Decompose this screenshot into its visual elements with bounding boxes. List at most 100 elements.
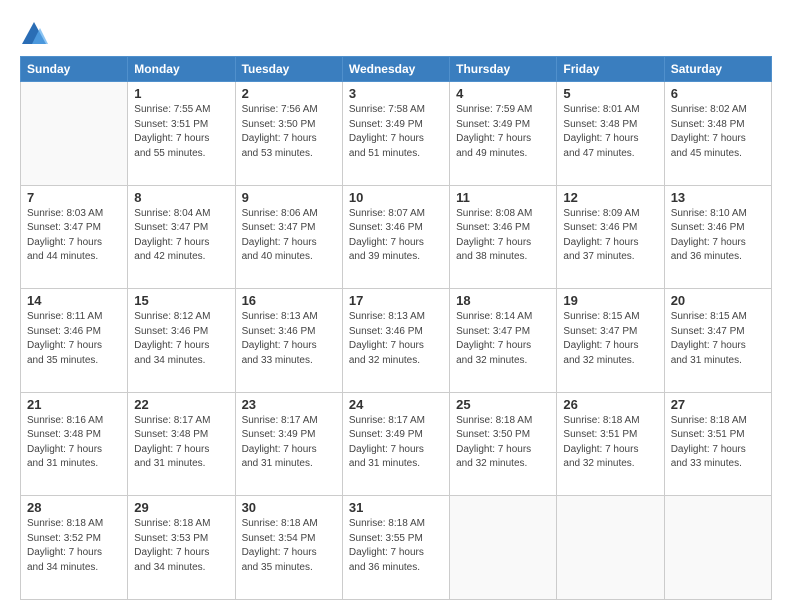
day-info: Sunrise: 8:02 AM Sunset: 3:48 PM Dayligh… [671, 103, 765, 161]
calendar-day-cell: 9 Sunrise: 8:06 AM Sunset: 3:47 PM Daylig… [235, 185, 342, 289]
day-number: 22 [134, 397, 228, 412]
day-info: Sunrise: 8:17 AM Sunset: 3:49 PM Dayligh… [242, 414, 336, 472]
day-number: 17 [349, 293, 443, 308]
day-info: Sunrise: 8:15 AM Sunset: 3:47 PM Dayligh… [671, 310, 765, 368]
calendar-day-cell: 13 Sunrise: 8:10 AM Sunset: 3:46 PM Dayli… [664, 185, 771, 289]
calendar-day-cell: 7Sunrise: 8:03 AM Sunset: 3:47 PM Daylig… [21, 185, 128, 289]
calendar-day-cell: 29Sunrise: 8:18 AM Sunset: 3:53 PM Dayli… [128, 496, 235, 600]
calendar-day-cell: 16 Sunrise: 8:13 AM Sunset: 3:46 PM Dayli… [235, 289, 342, 393]
day-number: 20 [671, 293, 765, 308]
day-number: 13 [671, 190, 765, 205]
day-info: Sunrise: 8:12 AM Sunset: 3:46 PM Dayligh… [134, 310, 228, 368]
calendar-week-row: 21 Sunrise: 8:16 AM Sunset: 3:48 PM Dayli… [21, 392, 772, 496]
calendar-day-cell: 17 Sunrise: 8:13 AM Sunset: 3:46 PM Dayli… [342, 289, 449, 393]
day-number: 14 [27, 293, 121, 308]
calendar-day-cell: 1 Sunrise: 7:55 AM Sunset: 3:51 PM Daylig… [128, 82, 235, 186]
calendar-table: SundayMondayTuesdayWednesdayThursdayFrid… [20, 56, 772, 600]
day-number: 23 [242, 397, 336, 412]
calendar-day-cell: 18 Sunrise: 8:14 AM Sunset: 3:47 PM Dayli… [450, 289, 557, 393]
day-info: Sunrise: 8:16 AM Sunset: 3:48 PM Dayligh… [27, 414, 121, 472]
calendar-day-cell [557, 496, 664, 600]
day-info: Sunrise: 8:18 AM Sunset: 3:51 PM Dayligh… [671, 414, 765, 472]
day-info: Sunrise: 7:55 AM Sunset: 3:51 PM Dayligh… [134, 103, 228, 161]
day-number: 26 [563, 397, 657, 412]
calendar-day-cell: 3Sunrise: 7:58 AM Sunset: 3:49 PM Daylig… [342, 82, 449, 186]
day-info: Sunrise: 8:18 AM Sunset: 3:51 PM Dayligh… [563, 414, 657, 472]
calendar-day-cell: 11 Sunrise: 8:08 AM Sunset: 3:46 PM Dayli… [450, 185, 557, 289]
calendar-header-friday: Friday [557, 57, 664, 82]
calendar-day-cell: 28 Sunrise: 8:18 AM Sunset: 3:52 PM Dayli… [21, 496, 128, 600]
calendar-day-cell: 19 Sunrise: 8:15 AM Sunset: 3:47 PM Dayli… [557, 289, 664, 393]
calendar-day-cell: 2 Sunrise: 7:56 AM Sunset: 3:50 PM Daylig… [235, 82, 342, 186]
calendar-day-cell [664, 496, 771, 600]
day-info: Sunrise: 8:18 AM Sunset: 3:54 PM Dayligh… [242, 517, 336, 575]
calendar-week-row: 7Sunrise: 8:03 AM Sunset: 3:47 PM Daylig… [21, 185, 772, 289]
day-number: 28 [27, 500, 121, 515]
calendar-header-row: SundayMondayTuesdayWednesdayThursdayFrid… [21, 57, 772, 82]
logo [20, 20, 52, 48]
day-number: 11 [456, 190, 550, 205]
day-info: Sunrise: 8:09 AM Sunset: 3:46 PM Dayligh… [563, 207, 657, 265]
day-info: Sunrise: 7:59 AM Sunset: 3:49 PM Dayligh… [456, 103, 550, 161]
calendar-header-tuesday: Tuesday [235, 57, 342, 82]
calendar-header-wednesday: Wednesday [342, 57, 449, 82]
day-number: 27 [671, 397, 765, 412]
calendar-header-saturday: Saturday [664, 57, 771, 82]
day-info: Sunrise: 8:11 AM Sunset: 3:46 PM Dayligh… [27, 310, 121, 368]
day-info: Sunrise: 8:06 AM Sunset: 3:47 PM Dayligh… [242, 207, 336, 265]
calendar-day-cell: 21 Sunrise: 8:16 AM Sunset: 3:48 PM Dayli… [21, 392, 128, 496]
day-number: 8 [134, 190, 228, 205]
calendar-day-cell: 12Sunrise: 8:09 AM Sunset: 3:46 PM Dayli… [557, 185, 664, 289]
logo-icon [20, 20, 48, 48]
calendar-day-cell: 24Sunrise: 8:17 AM Sunset: 3:49 PM Dayli… [342, 392, 449, 496]
calendar-day-cell: 6 Sunrise: 8:02 AM Sunset: 3:48 PM Daylig… [664, 82, 771, 186]
calendar-week-row: 1 Sunrise: 7:55 AM Sunset: 3:51 PM Daylig… [21, 82, 772, 186]
day-number: 15 [134, 293, 228, 308]
day-info: Sunrise: 8:17 AM Sunset: 3:48 PM Dayligh… [134, 414, 228, 472]
day-number: 4 [456, 86, 550, 101]
day-info: Sunrise: 8:04 AM Sunset: 3:47 PM Dayligh… [134, 207, 228, 265]
calendar-day-cell: 4 Sunrise: 7:59 AM Sunset: 3:49 PM Daylig… [450, 82, 557, 186]
day-info: Sunrise: 8:17 AM Sunset: 3:49 PM Dayligh… [349, 414, 443, 472]
day-info: Sunrise: 8:10 AM Sunset: 3:46 PM Dayligh… [671, 207, 765, 265]
calendar-week-row: 28 Sunrise: 8:18 AM Sunset: 3:52 PM Dayli… [21, 496, 772, 600]
day-info: Sunrise: 8:08 AM Sunset: 3:46 PM Dayligh… [456, 207, 550, 265]
calendar-day-cell: 20 Sunrise: 8:15 AM Sunset: 3:47 PM Dayli… [664, 289, 771, 393]
calendar-week-row: 14 Sunrise: 8:11 AM Sunset: 3:46 PM Dayli… [21, 289, 772, 393]
day-number: 2 [242, 86, 336, 101]
calendar-day-cell: 8 Sunrise: 8:04 AM Sunset: 3:47 PM Daylig… [128, 185, 235, 289]
day-number: 16 [242, 293, 336, 308]
day-info: Sunrise: 8:01 AM Sunset: 3:48 PM Dayligh… [563, 103, 657, 161]
calendar-header-monday: Monday [128, 57, 235, 82]
calendar-header-sunday: Sunday [21, 57, 128, 82]
day-info: Sunrise: 8:18 AM Sunset: 3:52 PM Dayligh… [27, 517, 121, 575]
calendar-day-cell: 25 Sunrise: 8:18 AM Sunset: 3:50 PM Dayli… [450, 392, 557, 496]
day-number: 18 [456, 293, 550, 308]
day-info: Sunrise: 7:56 AM Sunset: 3:50 PM Dayligh… [242, 103, 336, 161]
day-number: 19 [563, 293, 657, 308]
day-info: Sunrise: 8:18 AM Sunset: 3:53 PM Dayligh… [134, 517, 228, 575]
calendar-day-cell [450, 496, 557, 600]
page: SundayMondayTuesdayWednesdayThursdayFrid… [0, 0, 792, 612]
day-info: Sunrise: 8:07 AM Sunset: 3:46 PM Dayligh… [349, 207, 443, 265]
calendar-header-thursday: Thursday [450, 57, 557, 82]
calendar-day-cell: 14 Sunrise: 8:11 AM Sunset: 3:46 PM Dayli… [21, 289, 128, 393]
day-info: Sunrise: 8:15 AM Sunset: 3:47 PM Dayligh… [563, 310, 657, 368]
day-info: Sunrise: 7:58 AM Sunset: 3:49 PM Dayligh… [349, 103, 443, 161]
day-info: Sunrise: 8:18 AM Sunset: 3:50 PM Dayligh… [456, 414, 550, 472]
day-info: Sunrise: 8:13 AM Sunset: 3:46 PM Dayligh… [242, 310, 336, 368]
day-info: Sunrise: 8:13 AM Sunset: 3:46 PM Dayligh… [349, 310, 443, 368]
calendar-day-cell: 27 Sunrise: 8:18 AM Sunset: 3:51 PM Dayli… [664, 392, 771, 496]
calendar-day-cell: 22 Sunrise: 8:17 AM Sunset: 3:48 PM Dayli… [128, 392, 235, 496]
day-info: Sunrise: 8:03 AM Sunset: 3:47 PM Dayligh… [27, 207, 121, 265]
day-number: 6 [671, 86, 765, 101]
day-number: 31 [349, 500, 443, 515]
day-number: 9 [242, 190, 336, 205]
calendar-day-cell: 23 Sunrise: 8:17 AM Sunset: 3:49 PM Dayli… [235, 392, 342, 496]
day-number: 25 [456, 397, 550, 412]
calendar-day-cell: 31Sunrise: 8:18 AM Sunset: 3:55 PM Dayli… [342, 496, 449, 600]
day-number: 21 [27, 397, 121, 412]
calendar-day-cell: 15 Sunrise: 8:12 AM Sunset: 3:46 PM Dayli… [128, 289, 235, 393]
day-number: 1 [134, 86, 228, 101]
day-info: Sunrise: 8:14 AM Sunset: 3:47 PM Dayligh… [456, 310, 550, 368]
